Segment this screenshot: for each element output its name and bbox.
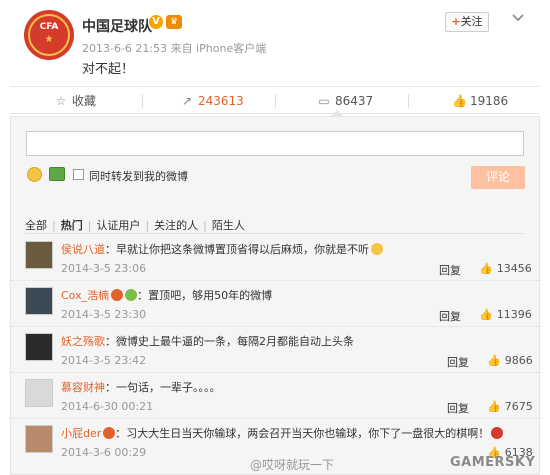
member-crown-icon: ♛ (166, 15, 182, 29)
comment-item: 侯说八道：早就让你把这条微博置顶省得以后麻烦，你就是不听 2014-3-5 23… (11, 235, 541, 281)
brand-logo: GAMERSKY (450, 455, 536, 470)
commenter-name[interactable]: 侯说八道 (61, 243, 105, 256)
action-divider (408, 94, 409, 108)
commenter-name[interactable]: Cox_浩楠 (61, 289, 109, 302)
comment-item: 妖之殇歌：微博史上最牛逼的一条，每隔2月都能自动上头条 2014-3-5 23:… (11, 327, 541, 373)
commenter-avatar[interactable] (25, 425, 53, 453)
comment-body: Cox_浩楠 ：置顶吧，够用50年的微博 (61, 287, 272, 303)
comment-time: 2014-6-30 00:21 (61, 400, 154, 413)
thumbs-up-icon: 👍 (479, 262, 493, 275)
reply-button[interactable]: 回复 (447, 400, 469, 416)
star-badge-icon (111, 289, 124, 301)
repost-count: 243613 (198, 94, 244, 108)
filter-following[interactable]: 关注的人 (154, 219, 198, 232)
repost-checkbox[interactable] (73, 169, 84, 180)
plus-icon: + (451, 15, 461, 28)
verified-icon: V (149, 15, 163, 29)
action-divider (275, 94, 276, 108)
image-icon[interactable] (49, 167, 65, 181)
comment-body: 慕容财神：一句话，一辈子。。。。 (61, 379, 221, 395)
reply-button[interactable]: 回复 (439, 308, 461, 324)
comment-like-button[interactable]: 👍 9866 (487, 354, 533, 367)
comment-count: 86437 (335, 94, 374, 108)
comment-like-count: 13456 (496, 262, 532, 275)
comment-text: ：置顶吧，够用50年的微博 (137, 289, 273, 302)
weibo-post-card: CFA ★ 中国足球队 V ♛ 2013-6-6 21:53 来自 iPhone… (0, 0, 550, 475)
favorite-label: 收藏 (72, 94, 97, 108)
comment-filters: 全部 | 热门 | 认证用户 | 关注的人 | 陌生人 (25, 219, 245, 232)
commenter-name[interactable]: 妖之殇歌 (61, 335, 105, 348)
comment-like-count: 11396 (496, 308, 532, 321)
thumbs-up-icon: 👍 (487, 354, 501, 367)
reply-button[interactable]: 回复 (447, 354, 469, 370)
comment-icon: ▭ (318, 94, 330, 108)
post-text: 对不起！ (82, 62, 135, 77)
emoji-icon (491, 427, 504, 439)
repost-button[interactable]: ↗ 243613 (180, 87, 244, 115)
chevron-down-icon[interactable] (512, 12, 524, 24)
comment-like-button[interactable]: 👍 11396 (479, 308, 532, 321)
post-action-bar: ☆ 收藏 ↗ 243613 ▭ 86437 👍 19186 (10, 86, 540, 114)
follow-label: 关注 (460, 15, 483, 28)
comment-item: 慕容财神：一句话，一辈子。。。。 2014-6-30 00:21 回复 👍 767… (11, 373, 541, 419)
comment-text: ：早就让你把这条微博置顶省得以后麻烦，你就是不听 (105, 243, 369, 256)
thumbs-up-icon: 👍 (452, 94, 467, 108)
commenter-avatar[interactable] (25, 333, 53, 361)
comment-input[interactable] (26, 131, 524, 156)
like-count: 19186 (470, 94, 509, 108)
comment-like-button[interactable]: 👍 13456 (479, 262, 532, 275)
filter-strangers[interactable]: 陌生人 (212, 219, 245, 232)
emoji-icon (371, 243, 383, 255)
comment-time: 2014-3-5 23:42 (61, 354, 147, 367)
thumbs-up-icon: 👍 (479, 308, 493, 321)
comment-like-count: 9866 (504, 354, 533, 367)
heart-badge-icon (125, 289, 138, 301)
comment-time: 2014-3-5 23:06 (61, 262, 147, 275)
thumbs-up-icon: 👍 (487, 400, 501, 413)
follow-button[interactable]: +关注 (445, 12, 489, 32)
watermark-text: @哎呀就玩一下 (250, 458, 335, 472)
star-badge-icon (103, 427, 116, 439)
comment-body: 妖之殇歌：微博史上最牛逼的一条，每隔2月都能自动上头条 (61, 333, 354, 349)
reply-button[interactable]: 回复 (439, 262, 461, 278)
comment-time: 2014-3-6 00:29 (61, 446, 147, 459)
commenter-name[interactable]: 慕容财神 (61, 381, 105, 394)
submit-comment-button[interactable]: 评论 (471, 166, 525, 189)
post-username[interactable]: 中国足球队 (82, 16, 152, 36)
comment-body: 小屁der ：习大大生日当天你输球，两会召开当天你也输球，你下了一盘很大的棋啊！ (61, 425, 504, 441)
comment-like-button[interactable]: 👍 7675 (487, 400, 533, 413)
favorite-button[interactable]: ☆ 收藏 (54, 87, 96, 115)
repost-checkbox-label: 同时转发到我的微博 (89, 170, 188, 183)
filter-verified[interactable]: 认证用户 (96, 219, 140, 232)
avatar-logo-text: CFA (39, 22, 59, 32)
comment-panel: 同时转发到我的微博 评论 全部 | 热门 | 认证用户 | 关注的人 | 陌生人 侯说八道：早就… (10, 116, 541, 475)
comment-text: ：习大大生日当天你输球，两会召开当天你也输球，你下了一盘很大的棋啊！ (115, 427, 490, 440)
comment-time: 2014-3-5 23:30 (61, 308, 147, 321)
team-avatar[interactable]: CFA ★ (24, 10, 74, 60)
commenter-avatar[interactable] (25, 379, 53, 407)
comment-body: 侯说八道：早就让你把这条微博置顶省得以后麻烦，你就是不听 (61, 241, 383, 257)
commenter-avatar[interactable] (25, 241, 53, 269)
post-meta: 2013-6-6 21:53 来自 iPhone客户端 (82, 42, 267, 55)
comment-item: Cox_浩楠 ：置顶吧，够用50年的微博 2014-3-5 23:30 回复 👍 1… (11, 281, 541, 327)
filter-hot[interactable]: 热门 (61, 219, 83, 232)
commenter-name[interactable]: 小屁der (61, 427, 101, 440)
filter-all[interactable]: 全部 (25, 219, 47, 232)
comment-text: ：微博史上最牛逼的一条，每隔2月都能自动上头条 (105, 335, 354, 348)
comment-button[interactable]: ▭ 86437 (317, 87, 373, 115)
repost-icon: ↗ (181, 94, 193, 108)
emoji-icon[interactable] (27, 167, 42, 182)
comment-like-count: 7675 (504, 400, 533, 413)
star-icon: ☆ (55, 94, 67, 108)
like-button[interactable]: 👍 19186 (452, 87, 508, 115)
action-divider (142, 94, 143, 108)
commenter-avatar[interactable] (25, 287, 53, 315)
comment-text: ：一句话，一辈子。。。。 (105, 381, 221, 394)
avatar-logo-star: ★ (44, 34, 54, 45)
filters-divider (25, 233, 525, 234)
